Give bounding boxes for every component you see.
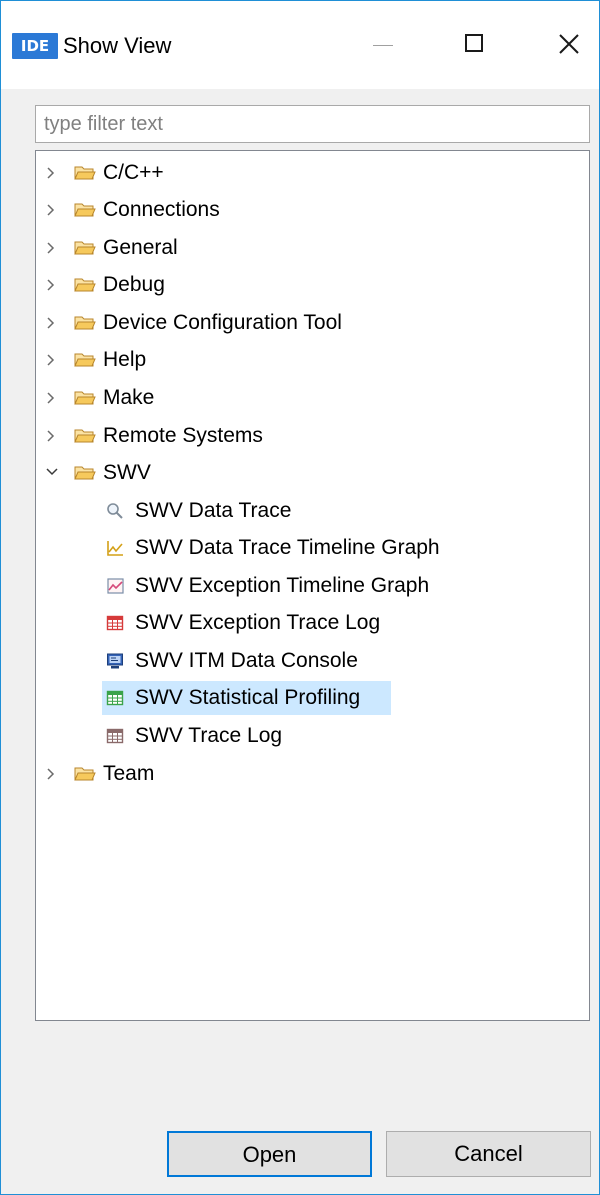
chevron-right-icon[interactable]	[44, 419, 60, 453]
gray-table-icon	[106, 728, 124, 744]
folder-icon	[74, 767, 96, 781]
chevron-down-icon[interactable]	[44, 456, 60, 490]
tree-item-label: SWV Data Trace	[135, 499, 292, 522]
minimize-icon	[373, 45, 393, 46]
tree-item-label: Make	[103, 386, 155, 409]
folder-icon	[74, 166, 96, 180]
tree-item-label: SWV Exception Timeline Graph	[135, 574, 430, 597]
console-monitor-icon	[107, 653, 123, 669]
tree-item-label: Connections	[103, 198, 220, 221]
tree-item-label: Device Configuration Tool	[103, 311, 342, 334]
tree-item-swv-exception-trace-log[interactable]: SWV Exception Trace Log	[36, 606, 536, 640]
chevron-right-icon[interactable]	[44, 156, 60, 190]
folder-icon	[74, 203, 96, 217]
folder-open-icon	[74, 466, 96, 480]
maximize-button[interactable]	[445, 21, 505, 69]
tree-item-label: Team	[103, 762, 155, 785]
tree-item-label: SWV Statistical Profiling	[135, 686, 361, 709]
tree-item-label: SWV ITM Data Console	[135, 649, 358, 672]
tree-item-swv-statistical-profiling[interactable]: SWV Statistical Profiling	[36, 681, 536, 715]
tree-item-swv-trace-log[interactable]: SWV Trace Log	[36, 719, 536, 753]
tree-item-swv-itm-data-console[interactable]: SWV ITM Data Console	[36, 644, 536, 678]
chevron-right-icon[interactable]	[44, 757, 60, 791]
tree-item-label: SWV Data Trace Timeline Graph	[135, 536, 440, 559]
tree-item-label: General	[103, 236, 178, 259]
folder-icon	[74, 429, 96, 443]
timeline-graph-icon	[107, 541, 123, 556]
folder-icon	[74, 391, 96, 405]
cancel-button[interactable]: Cancel	[386, 1131, 591, 1177]
tree-item-label: Help	[103, 348, 147, 371]
view-tree[interactable]: C/C++ Connections General Debug Device C…	[35, 150, 590, 1021]
magnifier-icon	[107, 503, 123, 519]
red-table-icon	[106, 615, 124, 631]
tree-item-label: Remote Systems	[103, 424, 263, 447]
window-title: Show View	[63, 33, 172, 58]
close-icon	[559, 34, 579, 54]
filter-input[interactable]	[35, 105, 590, 143]
show-view-dialog: IDE Show View C/C++	[0, 0, 600, 1195]
chevron-right-icon[interactable]	[44, 231, 60, 265]
folder-icon	[74, 353, 96, 367]
minimize-button[interactable]	[353, 21, 413, 69]
tree-item-label: SWV	[103, 461, 151, 484]
tree-item-swv-data-trace[interactable]: SWV Data Trace	[36, 494, 536, 528]
tree-item-label: SWV Trace Log	[135, 724, 283, 747]
folder-icon	[74, 278, 96, 292]
chevron-right-icon[interactable]	[44, 381, 60, 415]
tree-item-swv-exception-timeline-graph[interactable]: SWV Exception Timeline Graph	[36, 569, 536, 603]
ide-app-icon: IDE	[12, 33, 58, 59]
title-bar[interactable]: IDE Show View	[1, 1, 599, 89]
tree-item-label: C/C++	[103, 161, 164, 184]
folder-icon	[74, 316, 96, 330]
folder-icon	[74, 241, 96, 255]
maximize-icon	[465, 34, 483, 52]
exception-graph-icon	[107, 578, 124, 594]
tree-item-label: SWV Exception Trace Log	[135, 611, 381, 634]
open-button[interactable]: Open	[167, 1131, 372, 1177]
green-table-icon	[106, 690, 124, 706]
chevron-right-icon[interactable]	[44, 343, 60, 377]
chevron-right-icon[interactable]	[44, 268, 60, 302]
chevron-right-icon[interactable]	[44, 193, 60, 227]
chevron-right-icon[interactable]	[44, 306, 60, 340]
close-button[interactable]	[539, 21, 599, 69]
tree-item-swv-data-trace-timeline-graph[interactable]: SWV Data Trace Timeline Graph	[36, 531, 536, 565]
tree-item-label: Debug	[103, 273, 165, 296]
